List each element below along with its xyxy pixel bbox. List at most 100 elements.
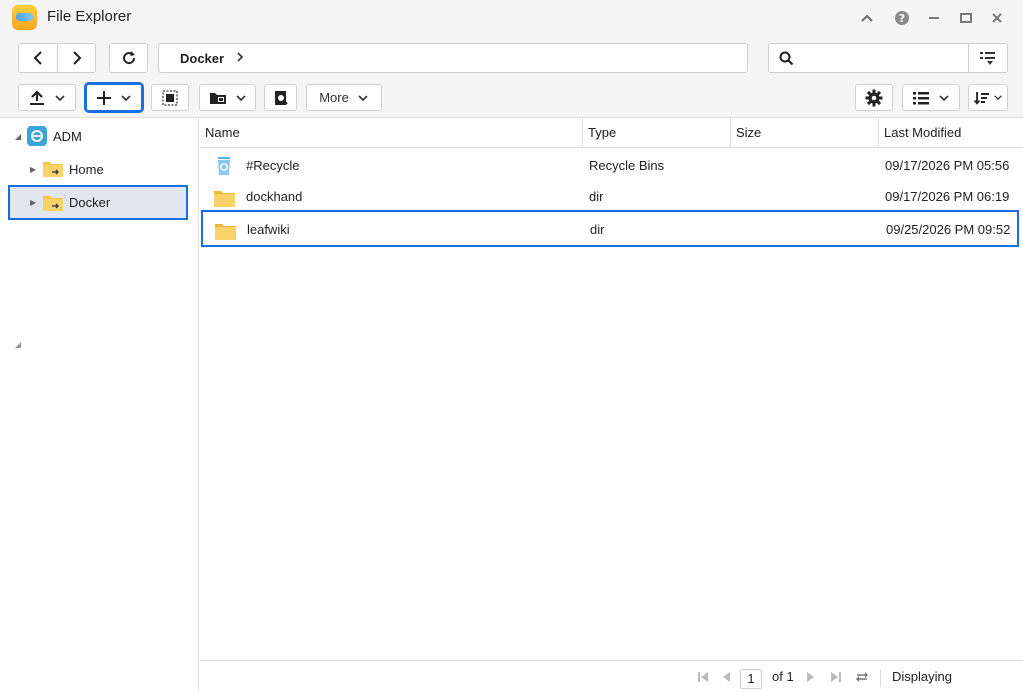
chevron-down-icon bbox=[121, 94, 131, 101]
pagination-bar: 1 of 1 Displaying bbox=[200, 660, 1023, 692]
minimize-icon bbox=[929, 17, 939, 19]
column-header-name[interactable]: Name bbox=[200, 118, 583, 148]
select-all-button[interactable] bbox=[151, 84, 189, 111]
file-explorer-app-icon bbox=[12, 5, 37, 30]
tree-node-adm[interactable]: ◢ ADM bbox=[15, 126, 82, 146]
title-bar: File Explorer ? bbox=[0, 0, 1023, 36]
chevron-left-icon bbox=[33, 51, 42, 65]
table-row[interactable]: dockhand dir 09/17/2026 PM 06:19 bbox=[200, 180, 1023, 213]
tree-node-label: ADM bbox=[53, 128, 82, 144]
list-view-icon bbox=[913, 91, 929, 104]
tools-button[interactable] bbox=[199, 84, 256, 111]
plus-icon bbox=[97, 90, 111, 105]
svg-text:?: ? bbox=[899, 12, 905, 25]
gear-icon bbox=[865, 89, 883, 106]
file-modified: 09/17/2026 PM 06:19 bbox=[885, 189, 1010, 204]
next-page-icon[interactable] bbox=[806, 669, 816, 686]
properties-button[interactable] bbox=[264, 84, 297, 111]
adm-icon bbox=[27, 126, 47, 146]
search-icon bbox=[779, 51, 794, 69]
close-button[interactable] bbox=[987, 8, 1007, 28]
history-buttons bbox=[18, 43, 96, 73]
recycle-bin-icon bbox=[213, 155, 235, 176]
file-type: dir bbox=[589, 189, 604, 204]
help-button[interactable]: ? bbox=[892, 8, 912, 28]
search-box bbox=[768, 43, 1008, 73]
file-name: #Recycle bbox=[246, 158, 300, 173]
expanded-arrow-icon: ◢ bbox=[15, 131, 22, 141]
refresh-button[interactable] bbox=[109, 43, 148, 73]
breadcrumb-chevron-icon bbox=[236, 50, 244, 66]
shared-folder-icon bbox=[43, 195, 63, 211]
minimize-button[interactable] bbox=[924, 8, 944, 28]
collapsed-arrow-icon: ▶ bbox=[30, 198, 37, 207]
create-new-button[interactable] bbox=[84, 82, 144, 113]
close-icon bbox=[992, 13, 1002, 23]
more-label: More bbox=[319, 90, 349, 105]
collapse-window-button[interactable] bbox=[857, 8, 877, 28]
file-type: dir bbox=[590, 222, 605, 237]
column-header-size[interactable]: Size bbox=[731, 118, 879, 148]
sort-icon bbox=[973, 91, 989, 105]
file-name: leafwiki bbox=[247, 222, 290, 237]
maximize-button[interactable] bbox=[956, 8, 976, 28]
previous-page-icon[interactable] bbox=[721, 669, 731, 686]
column-header-last-modified[interactable]: Last Modified bbox=[879, 118, 1023, 148]
back-button[interactable] bbox=[19, 44, 57, 72]
chevron-down-icon bbox=[55, 94, 65, 101]
file-modified: 09/17/2026 PM 05:56 bbox=[885, 158, 1010, 173]
shared-folder-icon bbox=[43, 162, 63, 177]
page-count-label: of 1 bbox=[772, 669, 794, 684]
chevron-right-icon bbox=[73, 51, 82, 65]
chevron-down-icon bbox=[358, 94, 368, 101]
collapsed-arrow-icon: ▶ bbox=[30, 164, 37, 174]
status-divider bbox=[880, 669, 881, 687]
pane-resize-grip[interactable] bbox=[15, 336, 21, 348]
breadcrumb[interactable]: Docker bbox=[158, 43, 748, 73]
tree-node-home[interactable]: ▶ Home bbox=[30, 159, 104, 179]
table-header: Name Type Size Last Modified bbox=[200, 118, 1023, 148]
settings-button[interactable] bbox=[855, 84, 893, 111]
find-file-icon bbox=[274, 90, 288, 105]
file-modified: 09/25/2026 PM 09:52 bbox=[886, 222, 1011, 237]
refresh-icon bbox=[122, 51, 135, 65]
chevron-down-icon bbox=[939, 94, 949, 101]
page-number-input[interactable]: 1 bbox=[740, 669, 762, 689]
refresh-list-icon[interactable] bbox=[855, 669, 869, 686]
forward-button[interactable] bbox=[57, 44, 95, 72]
help-icon: ? bbox=[895, 11, 909, 25]
navigation-bar: Docker bbox=[0, 36, 1023, 80]
tree-node-label: Docker bbox=[69, 195, 111, 210]
search-input[interactable] bbox=[799, 48, 965, 68]
folder-tools-icon bbox=[209, 92, 226, 104]
tree-node-label: Home bbox=[69, 161, 104, 177]
status-text: Displaying bbox=[892, 669, 952, 684]
column-header-type[interactable]: Type bbox=[583, 118, 731, 148]
folder-icon bbox=[214, 220, 237, 240]
tree-node-docker[interactable]: ▶ Docker bbox=[8, 185, 188, 220]
upload-button[interactable] bbox=[18, 84, 76, 111]
select-all-icon bbox=[162, 89, 178, 106]
file-name: dockhand bbox=[246, 189, 303, 204]
filter-list-icon bbox=[980, 52, 995, 65]
chevron-down-icon bbox=[993, 95, 1002, 101]
table-row[interactable]: leafwiki dir 09/25/2026 PM 09:52 bbox=[201, 210, 1019, 247]
more-button[interactable]: More bbox=[306, 84, 382, 111]
window-title: File Explorer bbox=[47, 8, 132, 25]
file-list: Name Type Size Last Modified #Recycle Re… bbox=[200, 118, 1023, 660]
breadcrumb-item-docker[interactable]: Docker bbox=[180, 51, 224, 66]
view-mode-button[interactable] bbox=[902, 84, 960, 111]
toolbar: More bbox=[0, 80, 1023, 118]
folder-icon bbox=[213, 187, 236, 207]
search-options-button[interactable] bbox=[968, 44, 1007, 72]
chevron-down-icon bbox=[235, 94, 246, 101]
maximize-icon bbox=[960, 13, 972, 23]
upload-icon bbox=[30, 89, 44, 105]
chevron-up-icon bbox=[861, 14, 873, 22]
last-page-icon[interactable] bbox=[830, 669, 842, 686]
folder-tree: ◢ ADM ▶ Home ▶ Docker bbox=[0, 118, 199, 692]
sort-button[interactable] bbox=[968, 84, 1008, 111]
table-row[interactable]: #Recycle Recycle Bins 09/17/2026 PM 05:5… bbox=[200, 149, 1023, 182]
first-page-icon[interactable] bbox=[697, 669, 709, 686]
file-type: Recycle Bins bbox=[589, 158, 665, 173]
